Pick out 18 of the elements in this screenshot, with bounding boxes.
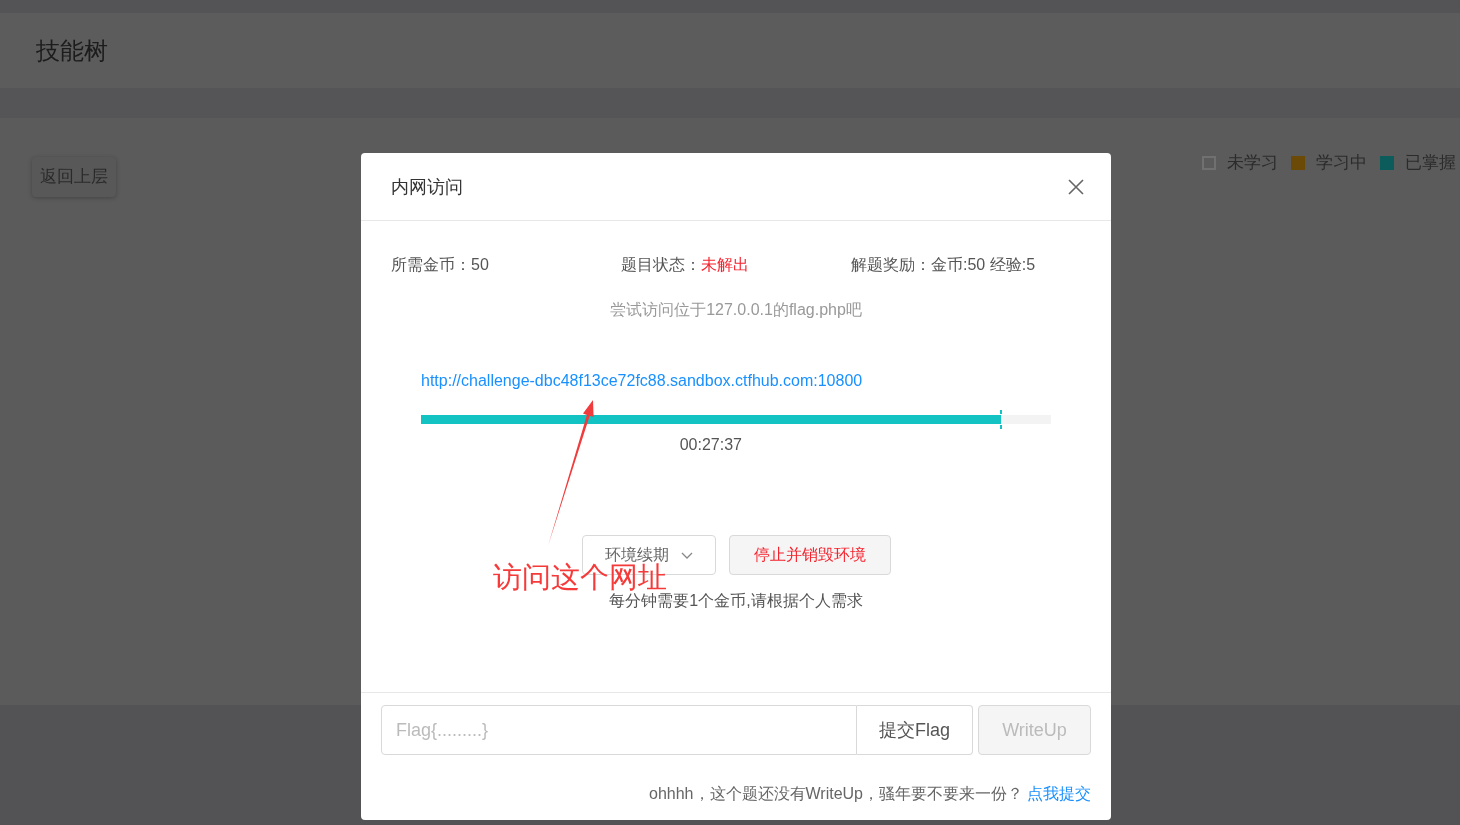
page-title: 技能树 (36, 35, 108, 66)
submit-writeup-link[interactable]: 点我提交 (1027, 785, 1091, 802)
hint-text: 尝试访问位于127.0.0.1的flag.php吧 (609, 300, 863, 320)
challenge-url-link[interactable]: http://challenge-dbc48f13ce72fc88.sandbox.ctfhub.com:10800 (421, 372, 863, 389)
close-button[interactable] (1067, 177, 1085, 196)
destroy-button[interactable]: 停止并销毁环境 (728, 535, 891, 575)
flag-input[interactable]: Flag{.........} (381, 705, 857, 755)
footer-text: ohhhh，这个题还没有WriteUp，骚年要不要来一份？ 点我提交 (648, 784, 1091, 804)
dialog-title: 内网访问 (391, 175, 463, 199)
info-text: 题目状态：未解出 (621, 255, 750, 275)
note-text: 每分钟需要1个金币,请根据个人需求 (608, 591, 864, 611)
close-icon (1067, 177, 1085, 196)
submit-flag-button[interactable]: 提交Flag (857, 705, 973, 755)
chevron-down-icon (680, 551, 693, 559)
time-remaining-text: 00:27:37 (679, 436, 742, 453)
info-text: 所需金币：50 (391, 255, 490, 275)
progress-marker-icon (999, 410, 1002, 429)
info-text: 解题奖励：金币:50 经验:5 (851, 255, 1037, 275)
